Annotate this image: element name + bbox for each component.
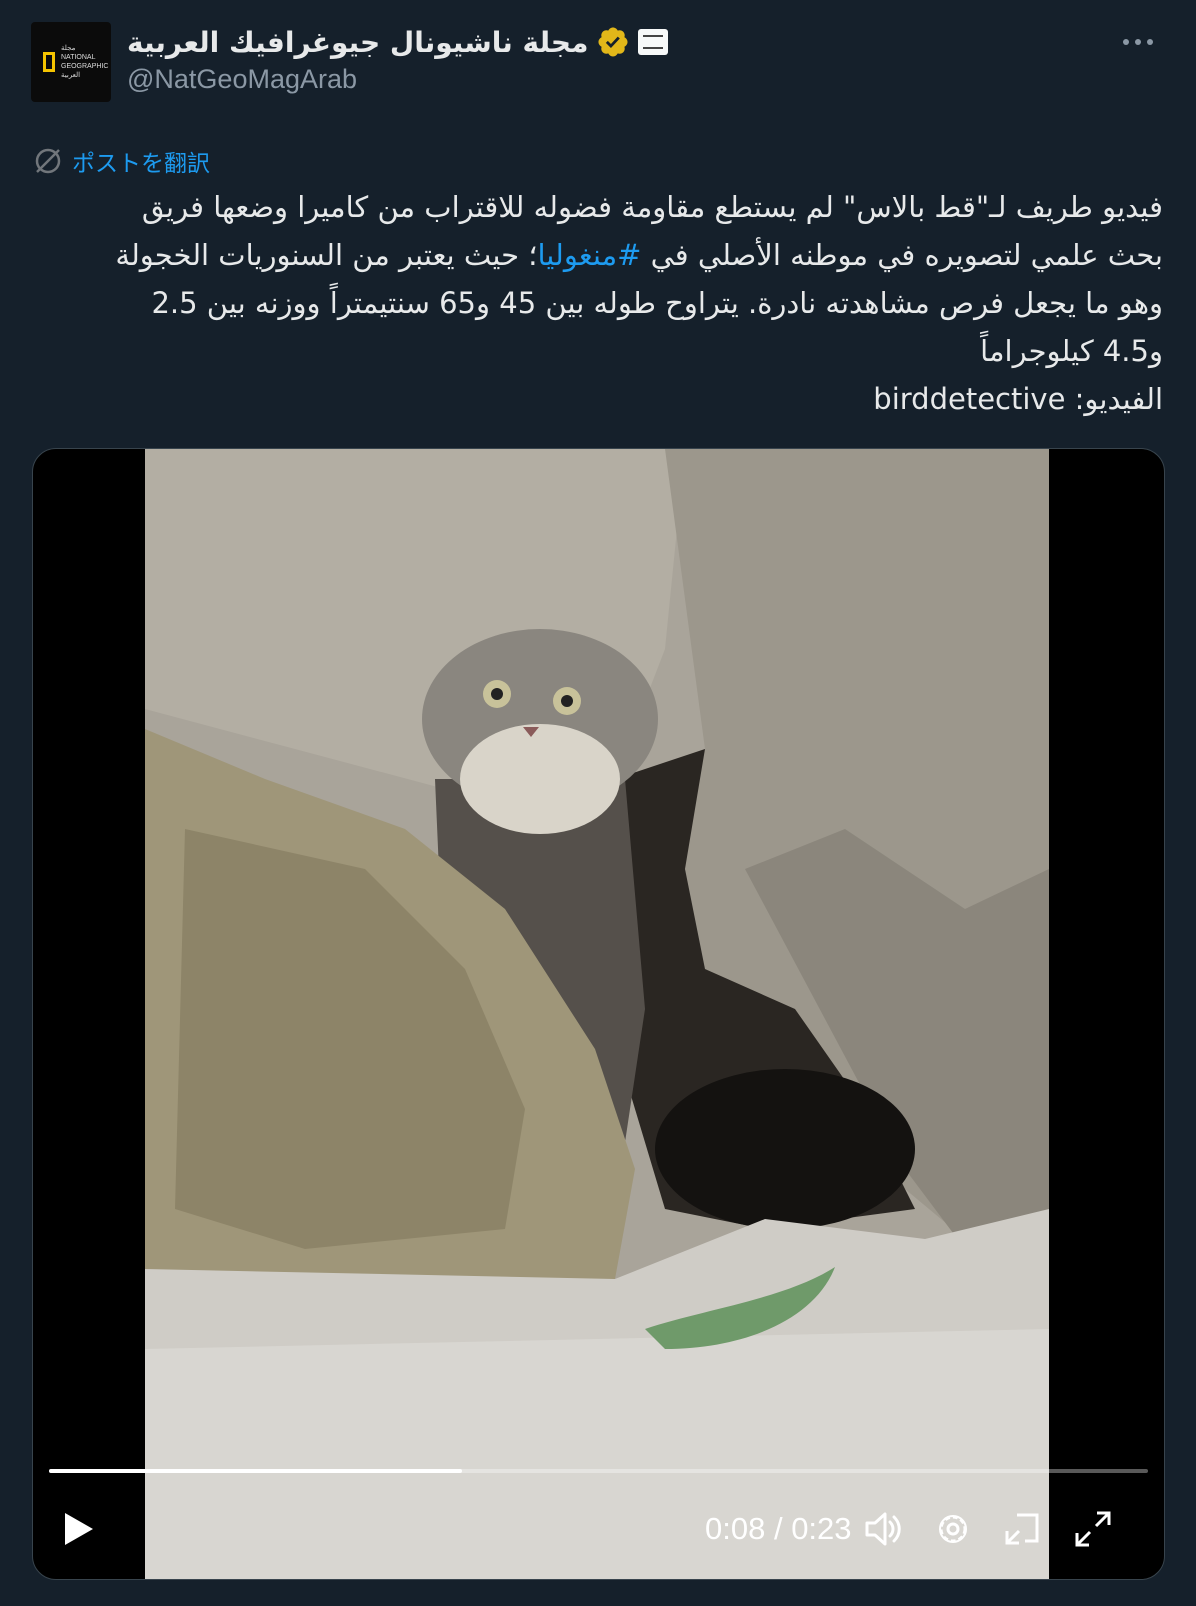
author-name-row: مجلة ناشيونال جيوغرافيك العربية	[127, 22, 669, 62]
avatar[interactable]: مجلة NATIONAL GEOGRAPHIC العربية	[31, 22, 111, 102]
volume-icon[interactable]	[861, 1507, 905, 1551]
duration: 0:23	[791, 1511, 852, 1546]
avatar-logo-text: مجلة NATIONAL GEOGRAPHIC العربية	[61, 45, 109, 79]
current-time: 0:08	[705, 1511, 766, 1546]
post-text-segment: بحث علمي لتصويره في موطنه الأصلي في	[641, 238, 1163, 272]
video-player[interactable]: 0:08 / 0:23	[32, 448, 1165, 1580]
time-separator: /	[765, 1511, 792, 1546]
video-frame-image	[145, 449, 1049, 1579]
fullscreen-icon[interactable]	[1071, 1507, 1115, 1551]
video-frame-pallas-cat	[145, 449, 1049, 1579]
post-line: وهو ما يجعل فرص مشاهدته نادرة. يتراوح طو…	[151, 286, 1163, 320]
verified-gold-badge-icon[interactable]	[596, 25, 630, 59]
author-handle[interactable]: @NatGeoMagArab	[127, 64, 357, 95]
translate-icon	[35, 148, 61, 174]
more-options-icon[interactable]	[1118, 28, 1158, 56]
display-name[interactable]: مجلة ناشيونال جيوغرافيك العربية	[127, 26, 588, 59]
video-progress-fill	[49, 1469, 463, 1473]
translate-label: ポストを翻訳	[72, 151, 210, 177]
pip-icon[interactable]	[1001, 1507, 1045, 1551]
video-time: 0:08 / 0:23	[705, 1511, 852, 1547]
hashtag-link[interactable]: #منغوليا	[537, 238, 641, 272]
post-line: و4.5 كيلوجراماً	[980, 334, 1163, 368]
post-line: بحث علمي لتصويره في موطنه الأصلي في #منغ…	[35, 231, 1163, 279]
video-progress-bar[interactable]	[49, 1469, 1148, 1473]
settings-icon[interactable]	[931, 1507, 975, 1551]
affiliate-badge-icon[interactable]	[638, 29, 669, 55]
post-line: فيديو طريف لـ"قط بالاس" لم يستطع مقاومة …	[141, 190, 1163, 224]
translate-post-link[interactable]: ポストを翻訳	[32, 143, 210, 179]
post-line: الفيديو: birddetective	[873, 382, 1163, 416]
post-text: فيديو طريف لـ"قط بالاس" لم يستطع مقاومة …	[35, 183, 1163, 423]
natgeo-yellow-frame-logo	[43, 52, 55, 72]
post-text-segment: ؛ حيث يعتبر من السنوريات الخجولة	[115, 238, 538, 272]
play-icon[interactable]	[55, 1507, 99, 1551]
